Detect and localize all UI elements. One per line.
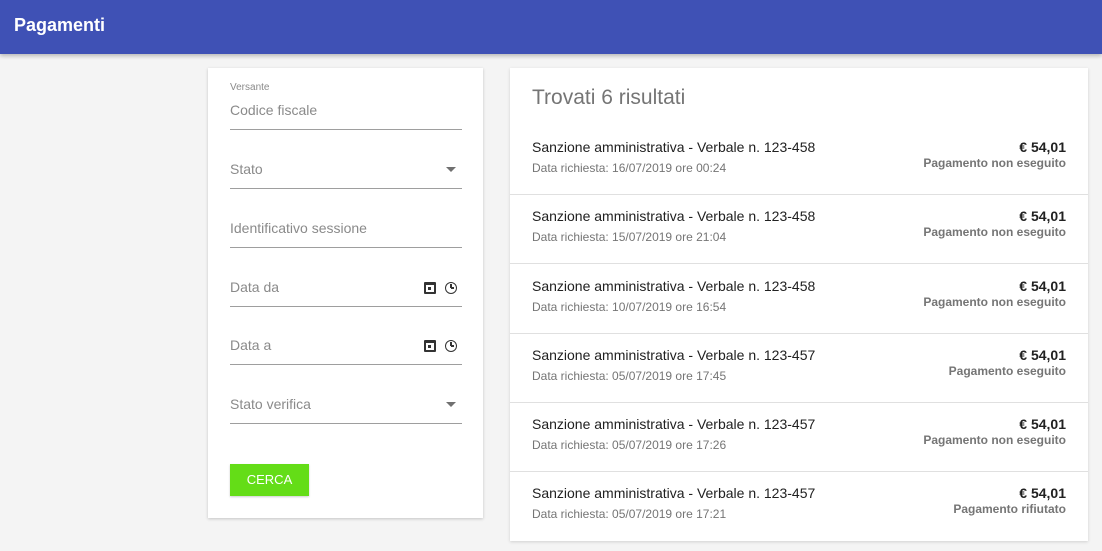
codice-fiscale-input[interactable]: Codice fiscale bbox=[230, 102, 317, 118]
result-date: Data richiesta: 10/07/2019 ore 16:54 bbox=[532, 300, 727, 314]
result-item[interactable]: Sanzione amministrativa - Verbale n. 123… bbox=[510, 195, 1088, 264]
result-date: Data richiesta: 05/07/2019 ore 17:45 bbox=[532, 369, 727, 383]
identificativo-sessione-field[interactable]: Identificativo sessione bbox=[230, 212, 462, 248]
calendar-icon[interactable] bbox=[424, 340, 436, 352]
clock-icon[interactable] bbox=[445, 282, 457, 294]
result-item[interactable]: Sanzione amministrativa - Verbale n. 123… bbox=[510, 126, 1088, 195]
stato-select[interactable]: Stato bbox=[230, 153, 462, 189]
result-amount: € 54,01 bbox=[1019, 139, 1066, 155]
result-title: Sanzione amministrativa - Verbale n. 123… bbox=[532, 278, 816, 294]
result-amount: € 54,01 bbox=[1019, 485, 1066, 501]
result-amount: € 54,01 bbox=[1019, 278, 1066, 294]
result-date: Data richiesta: 05/07/2019 ore 17:21 bbox=[532, 507, 727, 521]
result-status: Pagamento non eseguito bbox=[923, 156, 1066, 170]
result-status: Pagamento eseguito bbox=[948, 364, 1066, 378]
result-title: Sanzione amministrativa - Verbale n. 123… bbox=[532, 485, 816, 501]
results-panel: Trovati 6 risultati Sanzione amministrat… bbox=[510, 68, 1088, 541]
stato-label: Stato bbox=[230, 161, 263, 177]
result-title: Sanzione amministrativa - Verbale n. 123… bbox=[532, 416, 816, 432]
identificativo-sessione-input[interactable]: Identificativo sessione bbox=[230, 220, 367, 236]
clock-icon[interactable] bbox=[445, 340, 457, 352]
data-a-label: Data a bbox=[230, 337, 272, 353]
data-a-field[interactable]: Data a bbox=[230, 329, 462, 365]
dropdown-caret-icon[interactable] bbox=[446, 167, 456, 172]
result-item[interactable]: Sanzione amministrativa - Verbale n. 123… bbox=[510, 403, 1088, 472]
result-date: Data richiesta: 05/07/2019 ore 17:26 bbox=[532, 438, 727, 452]
result-amount: € 54,01 bbox=[1019, 416, 1066, 432]
result-title: Sanzione amministrativa - Verbale n. 123… bbox=[532, 139, 816, 155]
result-status: Pagamento non eseguito bbox=[923, 225, 1066, 239]
versante-label: Versante bbox=[230, 82, 270, 93]
calendar-icon[interactable] bbox=[424, 282, 436, 294]
app-title: Pagamenti bbox=[14, 15, 106, 35]
dropdown-caret-icon[interactable] bbox=[446, 402, 456, 407]
data-da-field[interactable]: Data da bbox=[230, 271, 462, 307]
stato-verifica-label: Stato verifica bbox=[230, 396, 311, 412]
codice-fiscale-field[interactable]: Versante Codice fiscale bbox=[230, 82, 462, 130]
data-da-label: Data da bbox=[230, 279, 280, 295]
result-title: Sanzione amministrativa - Verbale n. 123… bbox=[532, 347, 816, 363]
result-title: Sanzione amministrativa - Verbale n. 123… bbox=[532, 208, 816, 224]
result-date: Data richiesta: 15/07/2019 ore 21:04 bbox=[532, 230, 727, 244]
result-status: Pagamento non eseguito bbox=[923, 433, 1066, 447]
result-status: Pagamento rifiutato bbox=[953, 502, 1066, 516]
filter-panel: Versante Codice fiscale Stato Identifica… bbox=[208, 68, 483, 518]
cerca-button[interactable]: CERCA bbox=[230, 464, 309, 496]
result-date: Data richiesta: 16/07/2019 ore 00:24 bbox=[532, 161, 727, 175]
app-bar: Pagamenti bbox=[0, 0, 1102, 54]
stato-verifica-select[interactable]: Stato verifica bbox=[230, 388, 462, 424]
results-count-title: Trovati 6 risultati bbox=[532, 86, 686, 109]
result-item[interactable]: Sanzione amministrativa - Verbale n. 123… bbox=[510, 265, 1088, 334]
result-amount: € 54,01 bbox=[1019, 347, 1066, 363]
result-status: Pagamento non eseguito bbox=[923, 295, 1066, 309]
result-item[interactable]: Sanzione amministrativa - Verbale n. 123… bbox=[510, 472, 1088, 541]
result-item[interactable]: Sanzione amministrativa - Verbale n. 123… bbox=[510, 334, 1088, 403]
result-amount: € 54,01 bbox=[1019, 208, 1066, 224]
